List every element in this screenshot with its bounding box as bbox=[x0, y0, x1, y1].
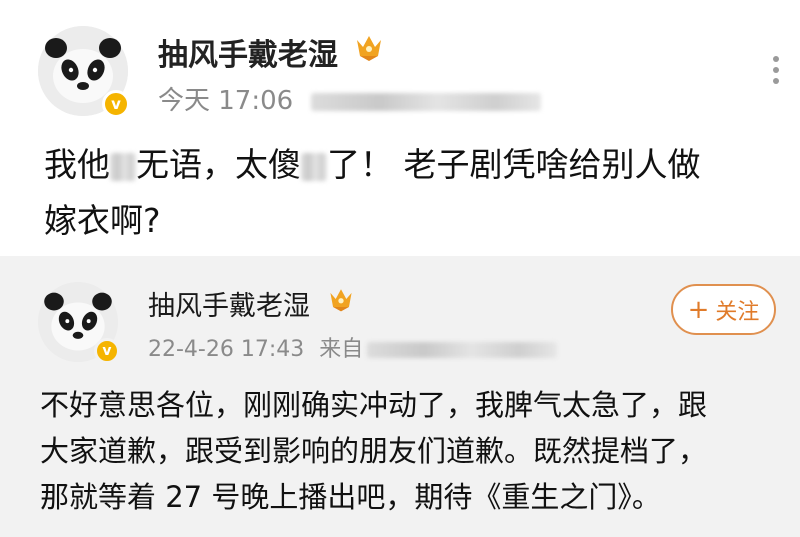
plus-icon: + bbox=[687, 294, 710, 325]
repost-text-line-1: 不好意思各位，刚刚确实冲动了，我脾气太急了，跟 bbox=[40, 388, 708, 422]
repost-text-line-2: 大家道歉，跟受到影响的朋友们道歉。既然提档了， bbox=[40, 434, 708, 468]
post-time: 今天 17:06 bbox=[158, 86, 294, 116]
user-avatar[interactable]: v bbox=[38, 26, 130, 118]
follow-label: 关注 bbox=[715, 299, 760, 325]
verified-badge: v bbox=[94, 338, 120, 364]
repost-time: 22-4-26 17:43 bbox=[148, 337, 305, 362]
repost-text-line-3: 那就等着 27 号晚上播出吧，期待《重生之门》。 bbox=[40, 480, 661, 514]
repost-meta: 22-4-26 17:43 来自 bbox=[148, 331, 558, 363]
user-name[interactable]: 抽风手戴老湿 bbox=[158, 30, 338, 74]
original-post: v 抽风手戴老湿 今天 17:06 我他 无语，太傻 了！ 老子剧凭啥给别人做 嫁衣… bbox=[0, 0, 800, 256]
repost-user-avatar[interactable]: v bbox=[38, 282, 120, 364]
more-vertical-icon[interactable] bbox=[770, 56, 782, 89]
repost-source-prefix: 来自 bbox=[319, 337, 364, 362]
post-text-line-2: 嫁衣啊? bbox=[44, 201, 161, 240]
post-meta: 今天 17:06 bbox=[158, 80, 542, 117]
crown-badge-icon bbox=[330, 289, 352, 312]
verified-badge: v bbox=[102, 90, 130, 118]
crown-badge-icon bbox=[357, 36, 381, 61]
post-text-line-1: 我他 无语，太傻 了！ 老子剧凭啥给别人做 bbox=[44, 145, 701, 184]
source-redacted bbox=[311, 92, 542, 111]
repost-user-name[interactable]: 抽风手戴老湿 bbox=[148, 284, 310, 323]
source-redacted bbox=[367, 342, 558, 358]
follow-button[interactable]: + 关注 bbox=[671, 284, 776, 335]
verified-mark: v bbox=[111, 95, 121, 113]
censor-block bbox=[301, 152, 327, 181]
censor-block bbox=[110, 152, 136, 181]
verified-mark: v bbox=[102, 343, 112, 359]
